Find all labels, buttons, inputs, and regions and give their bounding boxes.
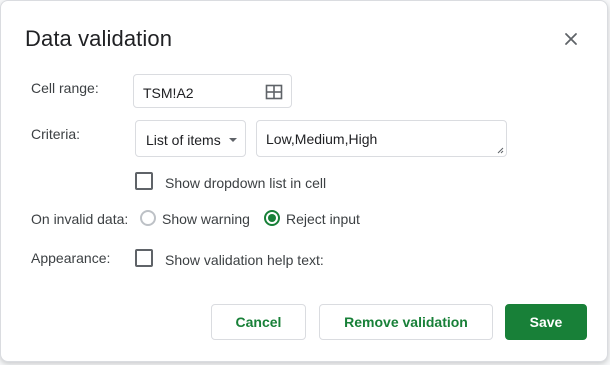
list-items-input[interactable]: Low,Medium,High — [256, 120, 507, 157]
remove-validation-button[interactable]: Remove validation — [319, 304, 493, 340]
cell-range-input[interactable]: TSM!A2 — [133, 74, 292, 108]
dialog-title: Data validation — [25, 26, 173, 51]
criteria-label: Criteria: — [31, 126, 81, 142]
close-icon — [565, 33, 577, 45]
show-warning-label: Show warning — [162, 211, 250, 227]
help-text-label: Show validation help text: — [165, 252, 324, 268]
criteria-type-dropdown[interactable]: List of items — [135, 120, 246, 157]
reject-input-radio[interactable] — [264, 210, 280, 226]
reject-input-label: Reject input — [286, 211, 360, 227]
close-button[interactable] — [559, 27, 583, 51]
save-button[interactable]: Save — [505, 304, 587, 340]
appearance-label: Appearance: — [31, 250, 111, 266]
list-items-value: Low,Medium,High — [266, 131, 378, 147]
show-dropdown-checkbox[interactable] — [135, 172, 153, 190]
cell-range-label: Cell range: — [31, 80, 99, 96]
cancel-button[interactable]: Cancel — [211, 304, 306, 340]
grid-select-icon[interactable] — [265, 83, 283, 101]
chevron-down-icon — [229, 138, 237, 142]
show-warning-radio[interactable] — [140, 210, 156, 226]
help-text-checkbox[interactable] — [135, 249, 153, 267]
resize-grip-icon[interactable] — [497, 147, 504, 154]
invalid-data-label: On invalid data: — [31, 211, 129, 227]
data-validation-dialog: Data validation Cell range: TSM!A2 Crite… — [0, 0, 608, 362]
show-dropdown-label: Show dropdown list in cell — [165, 175, 327, 191]
criteria-type-value: List of items — [146, 132, 221, 148]
cell-range-value: TSM!A2 — [143, 85, 194, 101]
